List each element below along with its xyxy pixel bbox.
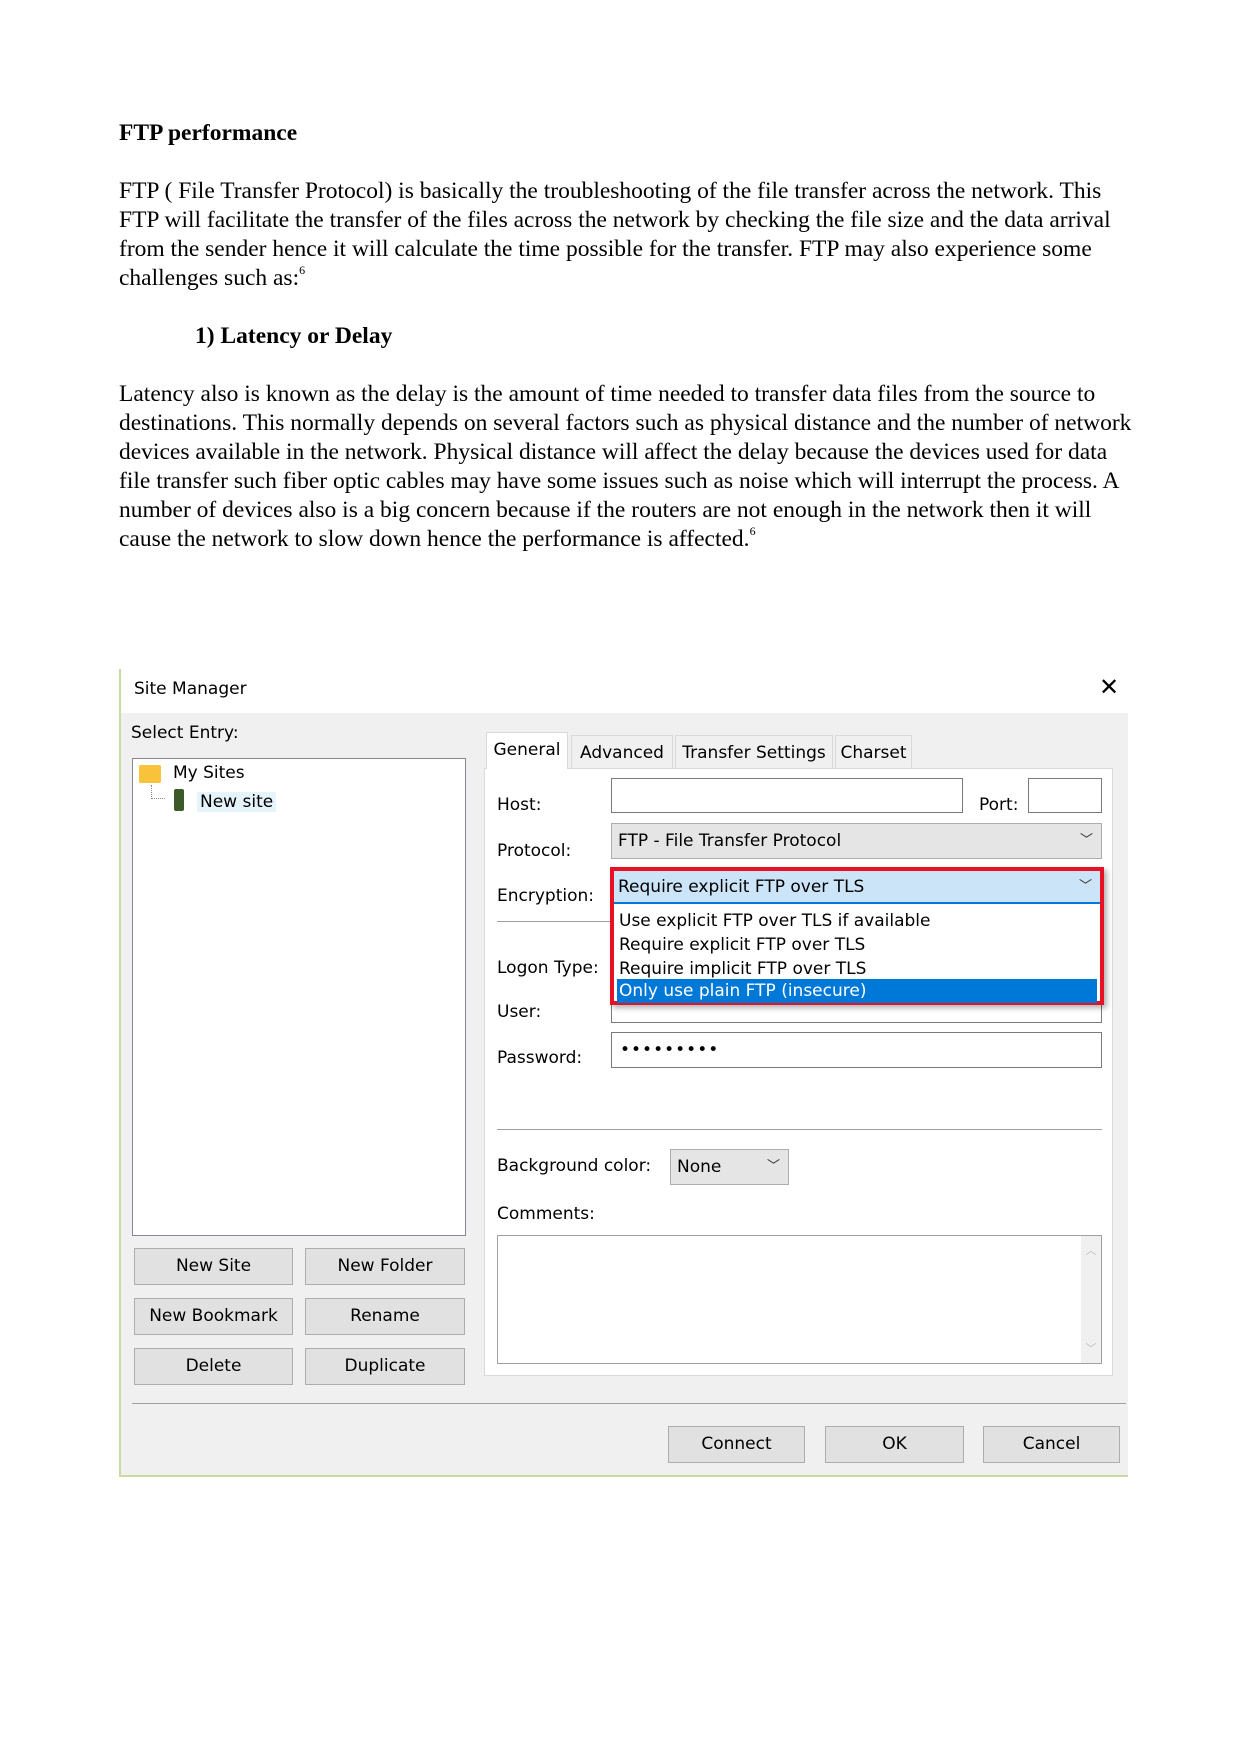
paragraph-1: FTP ( File Transfer Protocol) is basical… [119, 177, 1134, 293]
tree-item-my-sites[interactable]: My Sites [173, 763, 245, 783]
background-color-select[interactable]: None ﹀ [670, 1149, 789, 1185]
divider [497, 921, 610, 922]
encryption-option[interactable]: Require implicit FTP over TLS [617, 957, 1047, 981]
protocol-value: FTP - File Transfer Protocol [618, 831, 842, 851]
chevron-down-icon: ﹀ [1078, 879, 1092, 894]
tab-transfer-settings[interactable]: Transfer Settings [675, 735, 833, 768]
chevron-down-icon: ﹀ [766, 1159, 780, 1174]
ok-button[interactable]: OK [825, 1426, 964, 1463]
paragraph-text: Latency also is known as the delay is th… [119, 381, 1132, 552]
dialog-title: Site Manager [134, 679, 247, 699]
site-tree[interactable]: My Sites New site [132, 758, 466, 1236]
site-manager-dialog: Site Manager ✕ Select Entry: My Sites Ne… [119, 669, 1128, 1477]
encryption-option[interactable]: Require explicit FTP over TLS [617, 933, 1047, 957]
rename-button[interactable]: Rename [305, 1298, 465, 1335]
cancel-button[interactable]: Cancel [983, 1426, 1120, 1463]
encryption-select[interactable]: Require explicit FTP over TLS ﹀ [614, 871, 1100, 904]
site-icon [174, 789, 184, 811]
comments-label: Comments: [497, 1204, 595, 1224]
encryption-option-selected[interactable]: Only use plain FTP (insecure) [617, 979, 1097, 1003]
encryption-label: Encryption: [497, 886, 594, 906]
protocol-label: Protocol: [497, 841, 572, 861]
paragraph-text: FTP ( File Transfer Protocol) is basical… [119, 178, 1111, 291]
new-folder-button[interactable]: New Folder [305, 1248, 465, 1285]
close-icon[interactable]: ✕ [1099, 673, 1119, 701]
tree-item-new-site[interactable]: New site [197, 792, 277, 812]
tree-connector [151, 785, 165, 799]
delete-button[interactable]: Delete [134, 1348, 293, 1385]
select-entry-label: Select Entry: [131, 723, 239, 743]
connect-button[interactable]: Connect [668, 1426, 805, 1463]
tab-general[interactable]: General [486, 732, 568, 769]
logon-type-label: Logon Type: [497, 958, 599, 978]
heading: FTP performance [119, 120, 298, 146]
protocol-select[interactable]: FTP - File Transfer Protocol ﹀ [611, 823, 1102, 859]
comments-textarea[interactable]: ︿ ﹀ [497, 1235, 1102, 1364]
chevron-down-icon: ﹀ [1079, 833, 1093, 848]
duplicate-button[interactable]: Duplicate [305, 1348, 465, 1385]
folder-icon [139, 765, 161, 783]
background-color-label: Background color: [497, 1156, 652, 1176]
port-input[interactable] [1028, 778, 1102, 813]
footnote-ref: 6 [749, 524, 756, 538]
port-label: Port: [979, 795, 1019, 815]
divider [132, 1403, 1126, 1404]
encryption-value: Require explicit FTP over TLS [618, 877, 865, 897]
tab-charset[interactable]: Charset [835, 735, 912, 768]
footnote-ref: 6 [299, 263, 306, 277]
divider [497, 1129, 1102, 1130]
host-label: Host: [497, 795, 542, 815]
title-bar: Site Manager ✕ [121, 669, 1128, 713]
host-input[interactable] [611, 778, 963, 813]
background-color-value: None [677, 1157, 722, 1177]
tab-advanced[interactable]: Advanced [571, 735, 673, 768]
paragraph-2: Latency also is known as the delay is th… [119, 380, 1134, 554]
scrollbar[interactable]: ︿ ﹀ [1081, 1236, 1101, 1363]
new-bookmark-button[interactable]: New Bookmark [134, 1298, 293, 1335]
password-input[interactable]: ••••••••• [611, 1032, 1102, 1068]
encryption-option[interactable]: Use explicit FTP over TLS if available [617, 909, 1047, 933]
new-site-button[interactable]: New Site [134, 1248, 293, 1285]
user-label: User: [497, 1002, 542, 1022]
subheading: 1) Latency or Delay [195, 323, 393, 349]
password-label: Password: [497, 1048, 583, 1068]
encryption-dropdown-highlight: Require explicit FTP over TLS ﹀ Use expli… [610, 867, 1104, 1005]
